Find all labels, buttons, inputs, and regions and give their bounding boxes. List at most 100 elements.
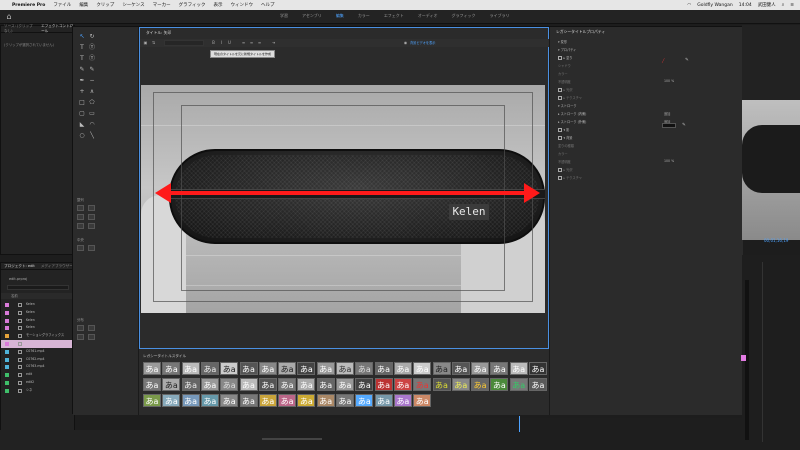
project-list-item[interactable]: [1, 340, 76, 348]
title-style-swatch[interactable]: あa: [200, 378, 219, 391]
wedge-tool-icon[interactable]: ◣: [78, 121, 86, 129]
property-checkbox[interactable]: [558, 136, 562, 140]
vertical-path-type-tool-icon[interactable]: ✎: [88, 66, 96, 74]
property-row[interactable]: ▾ プロパティ: [558, 47, 576, 52]
property-value[interactable]: 100 %: [664, 159, 674, 163]
convert-anchor-tool-icon[interactable]: ∧: [88, 88, 96, 96]
type-tool-icon[interactable]: T: [78, 44, 86, 52]
title-style-swatch[interactable]: あa: [162, 362, 181, 375]
path-type-tool-icon[interactable]: ✎: [78, 66, 86, 74]
rounded-corner-tool-icon[interactable]: ▢: [78, 110, 86, 118]
program-timecode[interactable]: 00;01;16;19: [764, 238, 788, 243]
project-list-item[interactable]: edit: [1, 371, 76, 379]
title-style-swatch[interactable]: あa: [143, 394, 161, 407]
property-row[interactable]: ▸ 光沢: [558, 167, 573, 172]
title-style-swatch[interactable]: あa: [393, 362, 412, 375]
title-style-swatch[interactable]: あa: [239, 378, 258, 391]
align-text-left-icon[interactable]: ≡: [240, 40, 247, 46]
title-style-swatch[interactable]: あa: [355, 362, 374, 375]
align-left-button[interactable]: [77, 205, 84, 211]
title-style-swatch[interactable]: あa: [413, 378, 432, 391]
project-list-item[interactable]: C0761.mp4: [1, 348, 76, 356]
tab-media-browser[interactable]: メディアブラウザー: [41, 264, 73, 269]
line-tool-icon[interactable]: ╲: [88, 132, 96, 140]
menu-edit[interactable]: 編集: [79, 2, 88, 8]
title-style-swatch[interactable]: あa: [258, 378, 277, 391]
center-horizontal-button[interactable]: [77, 245, 84, 251]
no-color-icon[interactable]: ╱: [662, 58, 664, 63]
project-search-input[interactable]: [7, 285, 69, 290]
align-text-center-icon[interactable]: ≡: [248, 40, 255, 46]
timeline-zoom-slider[interactable]: [262, 438, 322, 440]
title-style-swatch[interactable]: あa: [490, 362, 509, 375]
eyedropper-icon[interactable]: ✎: [685, 58, 689, 63]
title-style-swatch[interactable]: あa: [297, 394, 316, 407]
title-style-swatch[interactable]: あa: [432, 362, 451, 375]
tab-stops-icon[interactable]: ⇥: [270, 40, 277, 46]
name-column-header[interactable]: 名前: [1, 293, 76, 299]
property-row[interactable]: ▸ ストローク (外側): [558, 119, 586, 124]
title-style-swatch[interactable]: あa: [316, 378, 335, 391]
title-style-swatch[interactable]: あa: [490, 378, 509, 391]
workspace-assembly[interactable]: アセンブリ: [302, 13, 322, 19]
title-style-swatch[interactable]: あa: [239, 394, 258, 407]
menu-file[interactable]: ファイル: [53, 2, 71, 8]
playhead[interactable]: [519, 416, 520, 432]
project-list-item[interactable]: シネ: [1, 387, 76, 395]
property-row[interactable]: ▾ 影: [558, 127, 569, 132]
align-center-button[interactable]: [88, 205, 95, 211]
center-vertical-button[interactable]: [88, 245, 95, 251]
selection-tool-icon[interactable]: ↖: [78, 33, 86, 41]
property-row[interactable]: ▸ 塗り: [558, 55, 573, 60]
property-checkbox[interactable]: [558, 88, 562, 92]
title-style-swatch[interactable]: あa: [413, 362, 432, 375]
distribute-2-button[interactable]: [88, 325, 95, 331]
app-menu[interactable]: Premiere Pro: [12, 3, 45, 8]
property-row[interactable]: ▸ ストローク (内側): [558, 111, 586, 116]
workspace-color[interactable]: カラー: [358, 13, 370, 19]
title-style-swatch[interactable]: あa: [529, 378, 547, 391]
new-title-icon[interactable]: ▣: [142, 40, 149, 46]
title-style-swatch[interactable]: あa: [529, 362, 547, 375]
vertical-area-type-tool-icon[interactable]: Ⓣ: [88, 55, 96, 63]
workspace-libraries[interactable]: ライブラリ: [489, 13, 509, 19]
title-style-swatch[interactable]: あa: [258, 394, 277, 407]
eyedropper-icon[interactable]: ✎: [682, 123, 686, 128]
workspace-effects[interactable]: エフェクト: [384, 13, 404, 19]
area-type-tool-icon[interactable]: T: [78, 55, 86, 63]
project-list-item[interactable]: Kelen: [1, 309, 76, 317]
title-style-swatch[interactable]: あa: [181, 394, 200, 407]
rectangle-tool-icon[interactable]: □: [78, 99, 86, 107]
workspace-learn[interactable]: 学習: [280, 13, 288, 19]
property-row[interactable]: ▸ テクスチャ: [558, 175, 582, 180]
property-row[interactable]: 不透明度: [558, 79, 571, 84]
title-style-swatch[interactable]: あa: [239, 362, 258, 375]
title-style-swatch[interactable]: あa: [355, 394, 374, 407]
title-style-swatch[interactable]: あa: [143, 362, 161, 375]
wifi-icon[interactable]: ◠: [687, 3, 691, 8]
home-icon[interactable]: ⌂: [4, 12, 14, 22]
distribute-4-button[interactable]: [88, 334, 95, 340]
property-checkbox[interactable]: [558, 168, 562, 172]
pen-tool-icon[interactable]: ✒: [78, 77, 86, 85]
project-list-item[interactable]: Kelen: [1, 301, 76, 309]
title-style-swatch[interactable]: あa: [471, 378, 490, 391]
rounded-rect-tool-icon[interactable]: ▭: [88, 110, 96, 118]
vertical-type-tool-icon[interactable]: Ⓣ: [88, 44, 96, 52]
workspace-graphics[interactable]: グラフィック: [452, 13, 476, 19]
title-style-swatch[interactable]: あa: [374, 394, 393, 407]
tab-source[interactable]: ソース: (クリップなし): [4, 24, 35, 34]
align-middle-button[interactable]: [77, 223, 84, 229]
property-checkbox[interactable]: [558, 176, 562, 180]
clipped-corner-tool-icon[interactable]: ⬠: [88, 99, 96, 107]
property-value[interactable]: 追加: [664, 111, 670, 116]
title-style-swatch[interactable]: あa: [451, 378, 470, 391]
property-checkbox[interactable]: [558, 96, 562, 100]
rotate-tool-icon[interactable]: ↻: [88, 33, 96, 41]
font-family-select[interactable]: [164, 40, 204, 46]
distribute-1-button[interactable]: [77, 325, 84, 331]
search-icon[interactable]: ⌕: [782, 2, 785, 8]
distribute-3-button[interactable]: [77, 334, 84, 340]
title-style-swatch[interactable]: あa: [393, 394, 412, 407]
property-checkbox[interactable]: [558, 56, 562, 60]
